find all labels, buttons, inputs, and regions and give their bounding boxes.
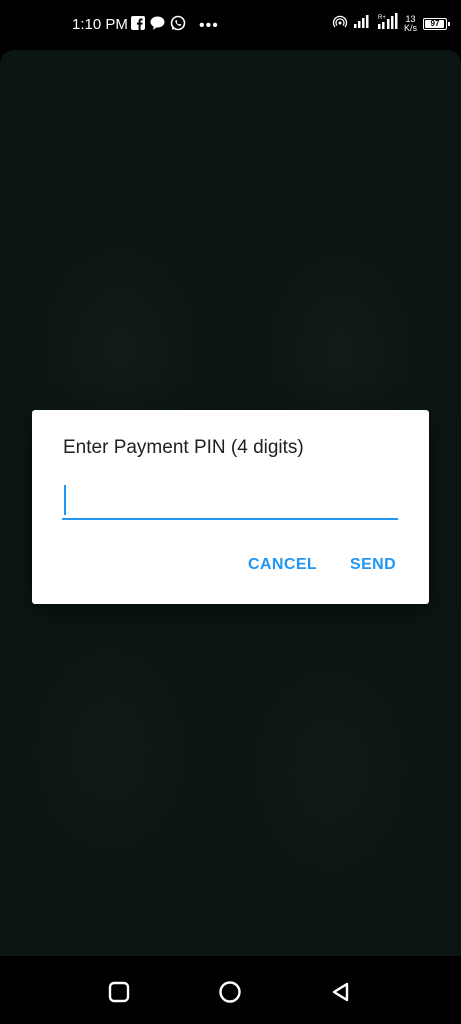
network-speed: 13 K/s: [403, 14, 417, 33]
text-cursor: [64, 485, 66, 515]
facebook-icon: [131, 16, 145, 35]
status-time: 1:10 PM: [72, 16, 128, 33]
status-bar: 1:10 PM ••• R+ 13 K/s 97: [0, 0, 461, 50]
home-button[interactable]: [218, 980, 242, 1004]
notification-icons: •••: [131, 15, 219, 36]
recents-button[interactable]: [107, 980, 131, 1004]
svg-text:R+: R+: [378, 15, 386, 21]
signal-4g-icon: R+: [377, 13, 398, 34]
battery-percent: 97: [430, 18, 440, 28]
back-button[interactable]: [329, 980, 353, 1004]
more-notifications-icon: •••: [199, 16, 219, 34]
whatsapp-icon: [170, 15, 186, 36]
status-icons: R+ 13 K/s 97: [332, 13, 450, 34]
cancel-button[interactable]: CANCEL: [248, 556, 317, 574]
dialog-title: Enter Payment PIN (4 digits): [63, 437, 304, 458]
signal-icon: [353, 14, 372, 33]
payment-pin-dialog: Enter Payment PIN (4 digits) CANCEL SEND: [32, 410, 429, 604]
back-icon: [332, 982, 349, 1002]
navigation-bar: [0, 956, 461, 1024]
recents-icon: [108, 981, 130, 1003]
hotspot-icon: [332, 13, 348, 34]
network-speed-unit: K/s: [403, 22, 417, 33]
chat-bubble-icon: [150, 16, 165, 35]
home-icon: [219, 981, 241, 1003]
send-button[interactable]: SEND: [350, 556, 396, 574]
pin-input[interactable]: [62, 482, 398, 520]
battery-icon: 97: [423, 17, 450, 30]
